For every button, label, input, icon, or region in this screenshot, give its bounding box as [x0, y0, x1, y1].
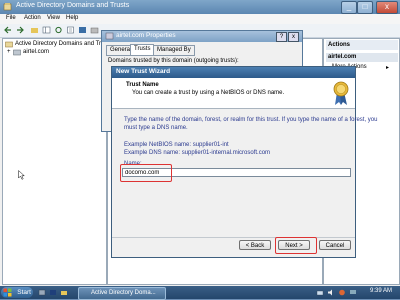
wizard-titlebar[interactable]: New Trust Wizard — [112, 67, 355, 78]
tree-root[interactable]: Active Directory Domains and Trusts — [15, 41, 112, 47]
windows-logo-icon — [3, 288, 12, 297]
wizard-heading: Trust Name — [126, 82, 159, 88]
domain-props-icon — [105, 32, 114, 40]
properties-title: airtel.com Properties — [116, 32, 176, 39]
server-manager-icon[interactable] — [38, 289, 46, 296]
actions-title: Actions — [326, 40, 398, 50]
instruction-line-1: Type the name of the domain, forest, or … — [124, 117, 378, 123]
main-titlebar[interactable]: Active Directory Domains and Trusts _ □ … — [0, 0, 400, 14]
props-help-button[interactable]: ? — [276, 32, 287, 42]
instruction-line-2: must type a DNS name. — [124, 125, 188, 131]
properties-icon[interactable] — [66, 26, 75, 34]
tree-expand-icon[interactable]: + — [7, 49, 11, 55]
new-trust-wizard: New Trust Wizard Trust Name You can crea… — [111, 66, 377, 258]
tray-security-icon[interactable] — [338, 289, 346, 296]
close-button[interactable]: x — [376, 1, 398, 14]
example-netbios: Example NetBIOS name: supplier01-int — [124, 142, 229, 148]
menu-view[interactable]: View — [47, 15, 60, 21]
wizard-title: New Trust Wizard — [116, 68, 171, 75]
menu-file[interactable]: File — [6, 15, 16, 21]
maximize-button[interactable]: □ — [357, 1, 373, 14]
up-folder-icon[interactable] — [30, 26, 39, 34]
back-button[interactable]: < Back — [239, 240, 271, 250]
refresh-icon[interactable] — [54, 26, 63, 34]
trust-badge-icon — [333, 81, 349, 105]
tab-trusts[interactable]: Trusts — [130, 44, 155, 56]
actions-section-airtel[interactable]: airtel.com — [326, 53, 398, 62]
domain-icon[interactable] — [90, 26, 99, 34]
tab-managed-by[interactable]: Managed By — [153, 45, 195, 56]
menu-action[interactable]: Action — [24, 15, 41, 21]
clock: 9:39 AM — [370, 288, 393, 294]
taskbar-item-ad-domains[interactable]: Active Directory Doma... — [78, 287, 166, 300]
help-icon[interactable] — [78, 26, 87, 34]
tray-volume-icon[interactable] — [327, 289, 335, 296]
cancel-button[interactable]: Cancel — [319, 240, 351, 250]
domain-tree-icon — [13, 49, 21, 56]
taskbar-item-label: Active Directory Doma... — [91, 290, 156, 296]
next-highlight-box — [275, 237, 317, 254]
explorer-icon[interactable] — [60, 289, 68, 296]
wizard-subheading: You can create a trust by using a NetBIO… — [132, 90, 285, 96]
tree-item-airtel[interactable]: airtel.com — [23, 49, 49, 55]
name-highlight-box — [120, 164, 172, 182]
powershell-icon[interactable] — [49, 289, 57, 296]
menu-bar: File Action View Help — [0, 14, 400, 24]
window-title: Active Directory Domains and Trusts — [16, 2, 130, 9]
console-tree: Active Directory Domains and Trusts + ai… — [2, 38, 112, 285]
tray-network-icon[interactable] — [316, 289, 324, 296]
menu-help[interactable]: Help — [66, 15, 78, 21]
ad-domains-tree-icon — [5, 41, 13, 48]
properties-titlebar[interactable]: airtel.com Properties ? x — [102, 31, 302, 42]
taskbar: Start Active Directory Doma... 9:39 AM — [0, 286, 400, 300]
tray-display-icon[interactable] — [349, 289, 357, 296]
ad-domains-icon — [3, 3, 12, 11]
props-close-button[interactable]: x — [288, 32, 299, 42]
outgoing-trusts-label: Domains trusted by this domain (outgoing… — [108, 58, 239, 64]
show-hide-tree-icon[interactable] — [42, 26, 51, 34]
more-actions-arrow-icon: ▸ — [386, 65, 390, 71]
example-dns: Example DNS name: supplier01-internal.mi… — [124, 150, 271, 156]
back-arrow-icon[interactable] — [4, 26, 13, 34]
forward-arrow-icon[interactable] — [15, 26, 24, 34]
minimize-button[interactable]: _ — [341, 1, 357, 14]
mouse-pointer-icon — [18, 170, 25, 180]
